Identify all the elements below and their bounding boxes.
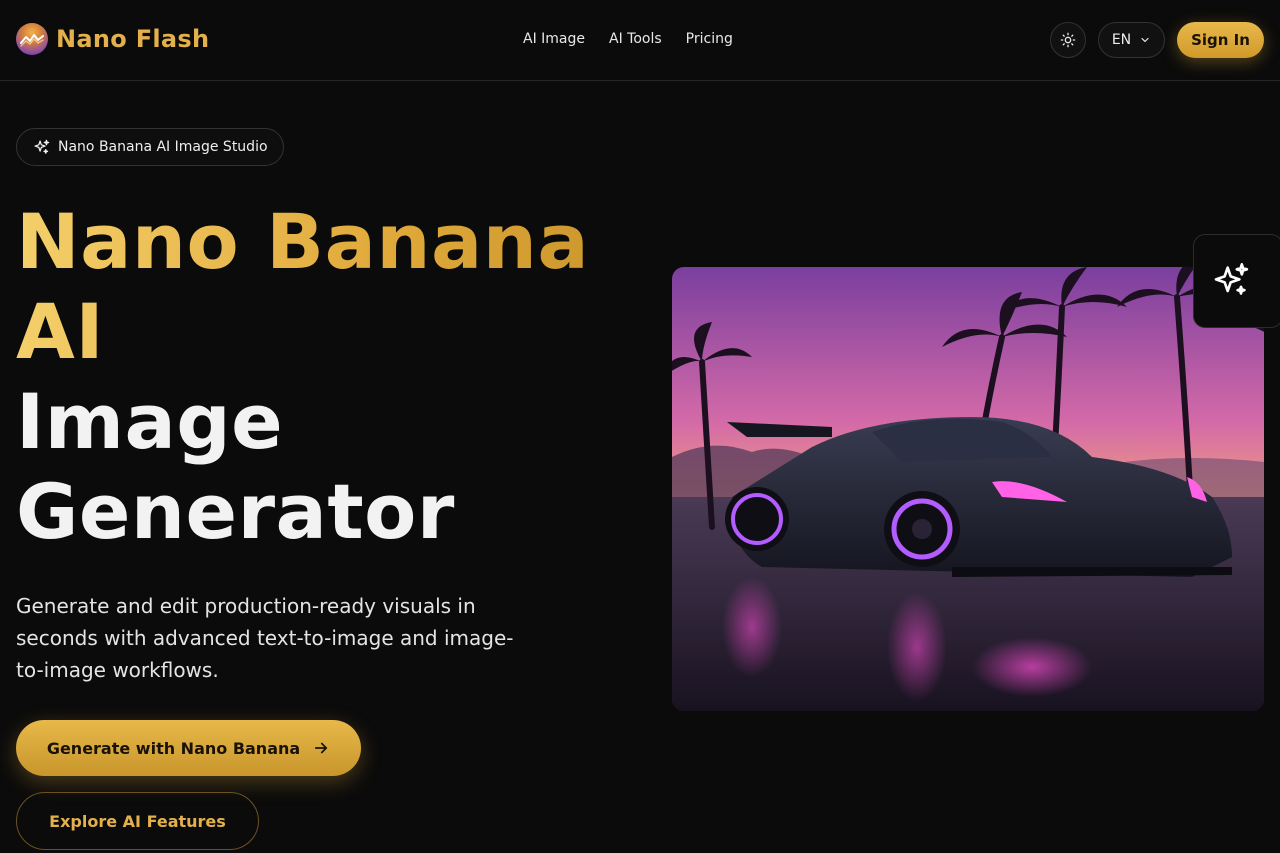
nav-link-ai-image[interactable]: AI Image: [523, 31, 585, 47]
language-label: EN: [1111, 32, 1132, 48]
arrow-right-icon: [315, 742, 328, 754]
generate-button[interactable]: Generate with Nano Banana: [16, 720, 361, 776]
badge-text: Nano Banana AI Image Studio: [58, 139, 268, 155]
hero-description: Generate and edit production-ready visua…: [16, 594, 514, 682]
floating-sparkle-card[interactable]: [1193, 234, 1280, 328]
hero-title-line-1: Nano Banana: [16, 197, 636, 287]
nano-flash-logo-icon: [16, 23, 48, 55]
hero-title-line-3: Image: [16, 377, 284, 466]
language-selector[interactable]: EN: [1098, 22, 1165, 58]
main-nav: AI Image AI Tools Pricing: [523, 31, 733, 47]
sparkles-icon: [34, 139, 50, 154]
chevron-down-icon: [1141, 37, 1149, 43]
theme-toggle-button[interactable]: [1050, 22, 1086, 58]
studio-badge: Nano Banana AI Image Studio: [16, 128, 284, 166]
brand-link[interactable]: Nano Flash: [16, 23, 209, 55]
hero-showcase-image: [672, 267, 1264, 711]
sign-in-button[interactable]: Sign In: [1177, 22, 1264, 58]
page: Nano Flash AI Image AI Tools Pricing EN: [0, 0, 1280, 853]
explore-features-button[interactable]: Explore AI Features: [16, 792, 259, 850]
hero-title: Nano Banana AI Image Generator: [16, 197, 636, 557]
hero-title-line-4: Generator: [16, 467, 455, 556]
hero-title-line-2: AI: [16, 287, 636, 377]
nav-link-pricing[interactable]: Pricing: [686, 31, 733, 47]
brand-name: Nano Flash: [56, 25, 210, 53]
sun-icon: [1060, 32, 1076, 48]
nav-link-ai-tools[interactable]: AI Tools: [609, 31, 662, 47]
generate-button-label: Generate with Nano Banana: [46, 738, 301, 758]
top-navbar: Nano Flash AI Image AI Tools Pricing EN: [0, 0, 1280, 81]
sparkles-icon: [1214, 263, 1249, 295]
